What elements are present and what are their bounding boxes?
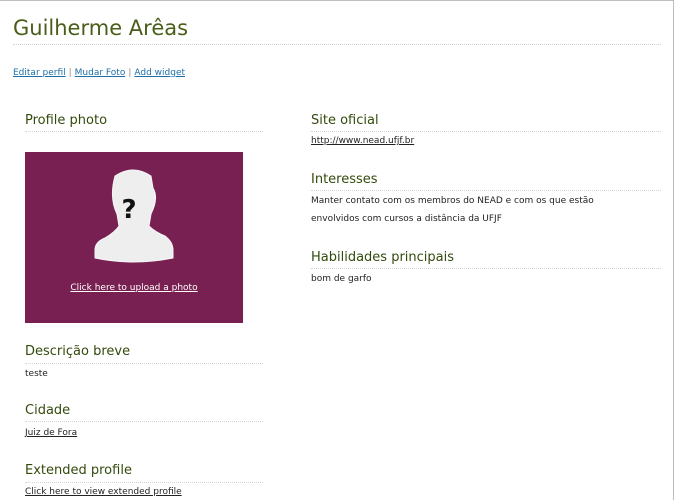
profile-actions: Editar perfil | Mudar Foto | Add widget (13, 68, 185, 78)
interests-line: envolvidos com cursos a distância da UFJ… (311, 214, 502, 224)
profile-name: Guilherme Arêas (13, 16, 189, 40)
interests-heading: Interesses (311, 172, 378, 187)
section-divider (25, 363, 263, 364)
main-skills-heading: Habilidades principais (311, 250, 455, 265)
edit-profile-link[interactable]: Editar perfil (13, 68, 66, 78)
title-divider (13, 44, 661, 45)
profile-photo-placeholder[interactable]: ? Click here to upload a photo (25, 152, 243, 323)
upload-photo-link[interactable]: Click here to upload a photo (25, 283, 243, 293)
extended-profile-heading: Extended profile (25, 463, 132, 478)
section-divider (25, 131, 263, 132)
change-photo-link[interactable]: Mudar Foto (75, 68, 126, 78)
separator: | (128, 68, 132, 78)
interests-text: Manter contato com os membros do NEAD e … (311, 192, 594, 228)
section-divider (25, 421, 263, 422)
question-mark: ? (121, 195, 136, 225)
separator: | (68, 68, 72, 78)
add-widget-link[interactable]: Add widget (134, 68, 185, 78)
section-divider (311, 268, 661, 269)
short-description-heading: Descrição breve (25, 344, 131, 359)
interests-line: Manter contato com os membros do NEAD e … (311, 196, 594, 206)
section-divider (311, 190, 661, 191)
city-heading: Cidade (25, 403, 71, 418)
extended-profile-link[interactable]: Click here to view extended profile (25, 483, 182, 501)
city-link[interactable]: Juiz de Fora (25, 424, 77, 442)
profile-photo-heading: Profile photo (25, 113, 108, 128)
user-silhouette-icon: ? (94, 169, 174, 263)
official-site-heading: Site oficial (311, 113, 379, 128)
official-site-link[interactable]: http://www.nead.ufjf.br (311, 132, 414, 150)
main-skills-value: bom de garfo (311, 274, 372, 284)
short-description-value: teste (25, 369, 48, 379)
